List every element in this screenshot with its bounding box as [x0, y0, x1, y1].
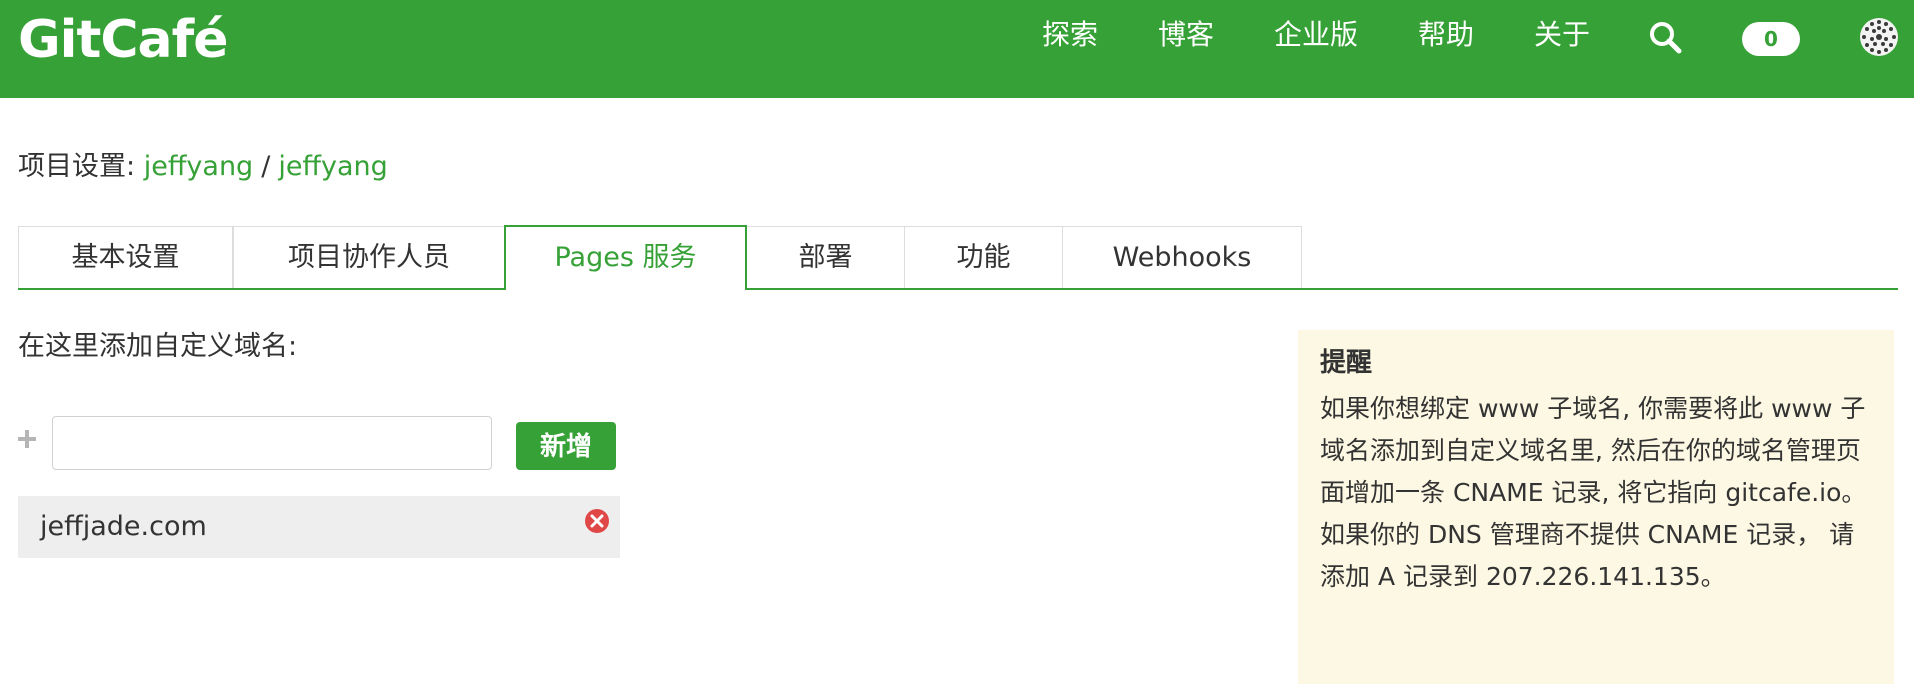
nav-help[interactable]: 帮助: [1418, 18, 1474, 52]
nav-enterprise[interactable]: 企业版: [1274, 18, 1358, 52]
plus-icon: [18, 430, 36, 448]
custom-domain-label: 在这里添加自定义域名:: [18, 331, 298, 362]
notification-badge[interactable]: 0: [1742, 22, 1800, 56]
top-navbar: GitCafé 探索 博客 企业版 帮助 关于 0: [0, 0, 1914, 98]
gitcafe-logo[interactable]: GitCafé: [18, 8, 229, 72]
breadcrumb-repo-link[interactable]: jeffyang: [278, 151, 388, 182]
tab-features[interactable]: 功能: [904, 226, 1063, 288]
reminder-box: 提醒 如果你想绑定 www 子域名, 你需要将此 www 子域名添加到自定义域名…: [1298, 330, 1894, 684]
breadcrumb-prefix: 项目设置:: [18, 151, 136, 182]
tab-webhooks[interactable]: Webhooks: [1062, 226, 1302, 288]
user-avatar[interactable]: [1858, 16, 1900, 58]
reminder-title: 提醒: [1320, 348, 1373, 378]
tab-deploy[interactable]: 部署: [746, 226, 905, 288]
reminder-body: 如果你想绑定 www 子域名, 你需要将此 www 子域名添加到自定义域名里, …: [1320, 394, 1867, 591]
nav-blog[interactable]: 博客: [1158, 18, 1214, 52]
breadcrumb: 项目设置: jeffyang / jeffyang: [18, 150, 388, 184]
remove-domain-icon[interactable]: [584, 508, 610, 534]
tab-collaborators[interactable]: 项目协作人员: [233, 226, 505, 288]
nav-explore[interactable]: 探索: [1042, 18, 1098, 52]
tab-pages-service[interactable]: Pages 服务: [504, 225, 747, 292]
search-icon[interactable]: [1648, 20, 1682, 54]
domain-name: jeffjade.com: [40, 511, 207, 542]
nav-about[interactable]: 关于: [1534, 18, 1590, 52]
tab-basic-settings[interactable]: 基本设置: [18, 226, 233, 288]
breadcrumb-separator: /: [261, 151, 271, 182]
domain-list-item: jeffjade.com: [18, 496, 620, 558]
custom-domain-input[interactable]: [52, 416, 492, 470]
add-domain-button[interactable]: 新增: [516, 422, 616, 470]
breadcrumb-owner-link[interactable]: jeffyang: [144, 151, 254, 182]
